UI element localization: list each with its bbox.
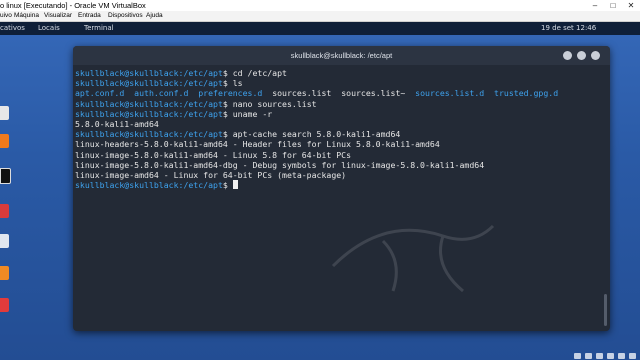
menu-item-ajuda[interactable]: Ajuda [146,11,163,21]
terminal-line: 5.8.0-kali1-amd64 [75,119,595,129]
command-text: $ apt-cache search 5.8.0-kali1-amd64 [222,129,401,140]
status-icon [629,353,636,359]
burp-icon[interactable] [0,266,9,280]
files-icon[interactable] [0,106,9,120]
terminal-line: skullblack@skullblack:/etc/apt$ apt-cach… [75,129,595,139]
panel-terminal[interactable]: Terminal [84,22,114,35]
menu-item-dispositivos[interactable]: Dispositivos [108,11,143,21]
output-text: linux-headers-5.8.0-kali1-amd64 - Header… [75,139,440,150]
virtualbox-menubar: uivo Máquina Visualizar Entrada Disposit… [0,11,640,22]
prompt-user: skullblack@skullblack [75,78,179,89]
app-icon-red[interactable] [0,204,9,218]
terminal-line: skullblack@skullblack:/etc/apt$ cd /etc/… [75,68,595,78]
command-text: $ cd /etc/apt [222,68,287,78]
output-text: linux-image-5.8.0-kali1-amd64-dbg - Debu… [75,159,485,170]
app-icon-red-2[interactable] [0,298,9,312]
terminal-line: skullblack@skullblack:/etc/apt$ [75,180,595,190]
output-text: linux-image-amd64 - Linux for 64-bit PCs… [75,169,347,180]
panel-activities[interactable]: cativos [0,22,25,35]
text-cursor [232,180,238,190]
ls-entry: sources.list.d [415,88,485,99]
virtualbox-titlebar: o linux [Executando] - Oracle VM Virtual… [0,0,640,11]
status-icon [596,353,603,359]
prompt-user: skullblack@skullblack [75,98,179,109]
prompt-path: :/etc/apt [178,129,223,140]
close-icon[interactable]: ✕ [622,0,640,11]
window-controls: – □ ✕ [586,0,640,11]
terminal-line: linux-image-5.8.0-kali1-amd64 - Linux 5.… [75,150,595,160]
minimize-icon[interactable]: – [586,0,604,11]
terminal-line: linux-image-5.8.0-kali1-amd64-dbg - Debu… [75,160,595,170]
terminal-titlebar[interactable]: skullblack@skullblack: /etc/apt [73,46,610,65]
status-icon [585,353,592,359]
terminal-icon[interactable] [0,168,11,184]
vbox-status-icons [574,353,636,359]
prompt-path: :/etc/apt [178,68,223,78]
minimize-icon[interactable] [563,51,572,60]
terminal-line: linux-headers-5.8.0-kali1-amd64 - Header… [75,139,595,149]
window-title: o linux [Executando] - Oracle VM Virtual… [0,1,146,10]
maximize-icon[interactable] [577,51,586,60]
firefox-icon[interactable] [0,134,9,148]
menu-item-visualizar[interactable]: Visualizar [44,11,72,21]
prompt-user: skullblack@skullblack [75,180,179,191]
terminal-line: skullblack@skullblack:/etc/apt$ uname -r [75,109,595,119]
terminal-line: skullblack@skullblack:/etc/apt$ ls [75,78,595,88]
app-icon-light[interactable] [0,234,9,248]
command-text: $ ls [222,78,243,89]
prompt-path: :/etc/apt [178,78,223,89]
terminal-window[interactable]: skullblack@skullblack: /etc/apt skullbla… [73,46,610,331]
status-icon [574,353,581,359]
panel-clock[interactable]: 19 de set 12:46 [541,22,596,35]
ls-entry: auth.conf.d [134,88,189,99]
prompt-path: :/etc/apt [178,108,223,119]
terminal-title: skullblack@skullblack: /etc/apt [290,51,393,60]
prompt-user: skullblack@skullblack [75,68,179,78]
output-text: linux-image-5.8.0-kali1-amd64 - Linux 5.… [75,149,352,160]
maximize-icon[interactable]: □ [604,0,622,11]
terminal-line: linux-image-amd64 - Linux for 64-bit PCs… [75,170,595,180]
prompt-user: skullblack@skullblack [75,129,179,140]
terminal-line: skullblack@skullblack:/etc/apt$ nano sou… [75,99,595,109]
terminal-scrollbar[interactable] [604,294,607,326]
ls-entry: sources.list [272,88,332,99]
top-panel: cativos Locais Terminal 19 de set 12:46 [0,22,640,35]
command-text: $ [222,180,233,191]
terminal-output[interactable]: skullblack@skullblack:/etc/apt$ cd /etc/… [75,68,595,328]
ls-entry: preferences.d [198,88,263,99]
command-text: $ nano sources.list [222,98,317,109]
prompt-user: skullblack@skullblack [75,108,179,119]
output-text: 5.8.0-kali1-amd64 [75,118,159,129]
status-icon [607,353,614,359]
menu-item-arquivo[interactable]: uivo [0,11,12,21]
ls-entry: trusted.gpg.d [494,88,559,99]
close-icon[interactable] [591,51,600,60]
terminal-line: apt.conf.d auth.conf.d preferences.d sou… [75,88,595,98]
ls-entry: apt.conf.d [75,88,125,99]
menu-item-maquina[interactable]: Máquina [14,11,39,21]
ls-entry: sources.list~ [341,88,406,99]
command-text: $ uname -r [222,108,273,119]
prompt-path: :/etc/apt [178,180,223,191]
status-icon [618,353,625,359]
prompt-path: :/etc/apt [178,98,223,109]
menu-item-entrada[interactable]: Entrada [78,11,101,21]
guest-desktop: cativos Locais Terminal 19 de set 12:46 … [0,22,640,360]
panel-places[interactable]: Locais [38,22,60,35]
